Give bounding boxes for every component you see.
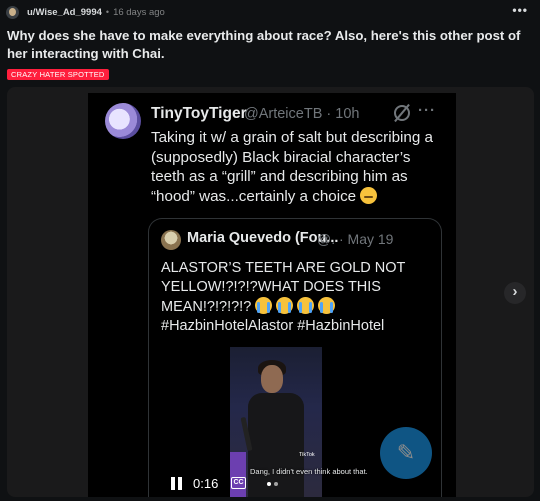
quoted-hashtags: #HazbinHotelAlastor #HazbinHotel xyxy=(161,318,385,334)
quoted-author-avatar xyxy=(161,230,181,250)
post-media-gallery[interactable]: TinyToyTiger @ArteiceTB · 10h ··· Taking… xyxy=(7,87,534,497)
more-options-icon[interactable]: ••• xyxy=(512,3,528,17)
quoted-author-name: Maria Quevedo (Fou... xyxy=(187,230,339,246)
video-person-head xyxy=(261,365,283,393)
tweet-author-name: TinyToyTiger xyxy=(151,105,247,122)
grok-icon xyxy=(394,105,410,121)
quoted-tweet-text: ALASTOR’S TEETH ARE GOLD NOT YELLOW!?!?!… xyxy=(161,259,431,336)
post-header: u/Wise_Ad_9994 • 16 days ago ••• xyxy=(6,3,534,21)
tweet-text-body: Taking it w/ a grain of salt but describ… xyxy=(151,129,433,205)
video-controls: 0:16 CC xyxy=(88,471,248,497)
loudly-crying-emoji-icon xyxy=(276,297,294,314)
post-title[interactable]: Why does she have to make everything abo… xyxy=(7,27,527,63)
loudly-crying-emoji-icon xyxy=(255,297,273,314)
chevron-right-icon[interactable]: › xyxy=(504,282,526,304)
pause-icon xyxy=(171,477,183,490)
quoted-author-handle: @. · May 19 xyxy=(317,231,394,247)
tweet-more-icon: ··· xyxy=(418,102,436,119)
tweet-text: Taking it w/ a grain of salt but describ… xyxy=(151,128,441,206)
tweet-screenshot: TinyToyTiger @ArteiceTB · 10h ··· Taking… xyxy=(88,93,456,497)
post-time: 16 days ago xyxy=(113,6,165,18)
user-avatar[interactable] xyxy=(6,5,19,19)
video-time: 0:16 xyxy=(193,476,219,491)
tweet-author-handle: @ArteiceTB · 10h xyxy=(244,106,360,122)
gallery-dot xyxy=(274,482,278,486)
compose-icon: ✎ xyxy=(380,427,432,479)
tweet-author-avatar xyxy=(105,103,141,139)
username-link[interactable]: u/Wise_Ad_9994 xyxy=(27,7,102,18)
loudly-crying-emoji-icon xyxy=(318,297,336,314)
gallery-dots xyxy=(267,473,297,486)
loudly-crying-emoji-icon xyxy=(297,297,315,314)
post-flair[interactable]: CRAZY HATER SPOTTED xyxy=(7,69,109,80)
closed-captions-icon: CC xyxy=(231,477,246,489)
tiktok-watermark: TikTok xyxy=(299,452,315,458)
separator-dot: • xyxy=(105,7,110,17)
gallery-dot-active xyxy=(267,482,271,486)
grimacing-sweat-emoji-icon xyxy=(360,186,378,204)
